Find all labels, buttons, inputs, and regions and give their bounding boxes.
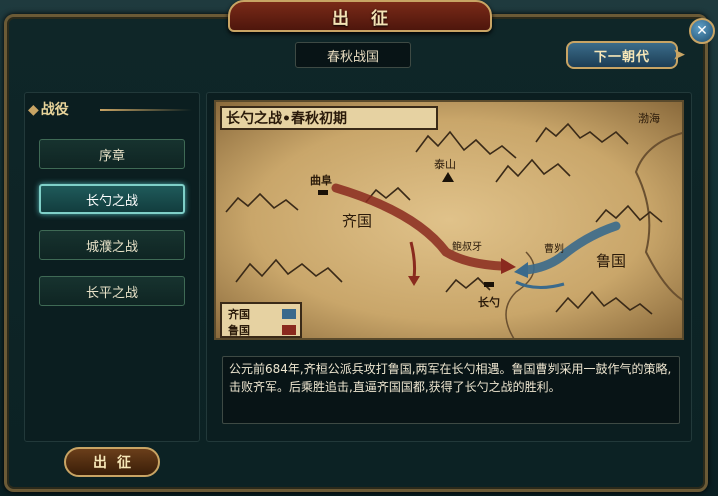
qi-retreat-arrow bbox=[409, 241, 417, 279]
map-label-qi: 齐国 bbox=[342, 212, 373, 230]
map-label-bao-shuya: 鲍叔牙 bbox=[452, 242, 482, 253]
map-title: 长勺之战•春秋初期 bbox=[220, 106, 438, 130]
next-era-label: 下一朝代 bbox=[593, 49, 650, 65]
next-era-button[interactable]: 下一朝代 ➤ bbox=[566, 41, 685, 69]
map-label-sea: 渤海 bbox=[638, 112, 660, 125]
map-label-lu: 鲁国 bbox=[596, 252, 627, 270]
section-bullet-icon: ◆ bbox=[28, 102, 39, 118]
battle-item-chengpu[interactable]: 城濮之战 bbox=[39, 230, 185, 260]
march-button[interactable]: 出征 bbox=[64, 447, 160, 477]
window-title: 出征 bbox=[332, 8, 410, 29]
battle-item-changping[interactable]: 长平之战 bbox=[39, 276, 185, 306]
battle-item-changshao[interactable]: 长勺之战 bbox=[39, 184, 185, 214]
close-icon[interactable]: ✕ bbox=[689, 18, 715, 44]
map-label-changshao: 长勺 bbox=[478, 296, 500, 309]
qufu-marker bbox=[318, 190, 328, 195]
battle-item-label: 长平之战 bbox=[85, 285, 138, 301]
campaign-section-title: ◆ 战役 bbox=[28, 99, 198, 119]
battle-map: 长勺之战•春秋初期 渤海 泰山 曲阜 齐国 鲁国 鲍叔牙 曹刿 长勺 齐国 鲁国 bbox=[214, 100, 684, 340]
battle-item-label: 序章 bbox=[98, 148, 125, 164]
campaign-title-text: 战役 bbox=[40, 102, 69, 118]
arrow-right-icon: ➤ bbox=[673, 47, 686, 63]
battle-item-label: 城濮之战 bbox=[85, 239, 138, 255]
changshao-marker bbox=[484, 282, 494, 287]
taishan-marker bbox=[442, 172, 454, 182]
battle-item-label: 长勺之战 bbox=[85, 193, 138, 209]
map-legend: 齐国 鲁国 bbox=[220, 302, 302, 338]
mountain-ranges bbox=[225, 122, 663, 315]
legend-label-lu: 鲁国 bbox=[228, 324, 250, 337]
march-button-label: 出征 bbox=[93, 455, 141, 471]
lu-arrow-head bbox=[514, 262, 528, 278]
qi-retreat-arrow-head bbox=[408, 276, 420, 286]
map-label-cao-gui: 曹刿 bbox=[544, 244, 564, 255]
title-underline bbox=[100, 109, 192, 111]
battle-item-prologue[interactable]: 序章 bbox=[39, 139, 185, 169]
window-title-plaque: 出征 bbox=[228, 0, 492, 32]
legend-label-qi: 齐国 bbox=[228, 308, 250, 321]
era-label: 春秋战国 bbox=[295, 42, 411, 68]
qi-arrow-head bbox=[501, 258, 516, 274]
legend-swatch-qi bbox=[282, 309, 296, 319]
legend-swatch-lu bbox=[282, 325, 296, 335]
battle-description: 公元前684年,齐桓公派兵攻打鲁国,两军在长勺相遇。鲁国曹刿采用一鼓作气的策略,… bbox=[222, 356, 680, 424]
map-label-taishan: 泰山 bbox=[434, 158, 456, 171]
map-label-qufu: 曲阜 bbox=[310, 174, 332, 187]
